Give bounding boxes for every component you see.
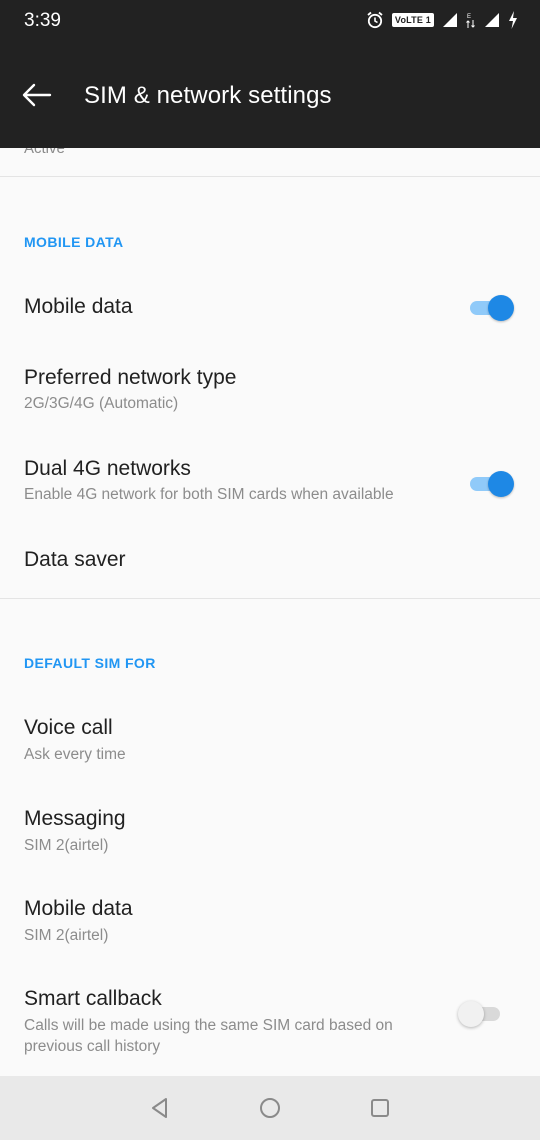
toggle-thumb <box>458 1001 484 1027</box>
setting-subtitle: 2G/3G/4G (Automatic) <box>24 395 179 412</box>
setting-data-saver[interactable]: Data saver <box>0 522 540 598</box>
setting-title: Messaging <box>24 807 126 830</box>
status-icons: VoLTE 1 E <box>366 10 518 30</box>
signal-icon <box>443 13 457 27</box>
setting-dual-4g-networks[interactable]: Dual 4G networks Enable 4G network for b… <box>0 434 540 522</box>
smart-callback-toggle[interactable] <box>458 1000 504 1028</box>
section-header-default-sim: DEFAULT SIM FOR <box>24 655 156 671</box>
mobile-data-toggle[interactable] <box>468 294 514 322</box>
setting-title: Mobile data <box>24 897 133 920</box>
page-title: SIM & network settings <box>84 82 332 109</box>
setting-voice-call[interactable]: Voice call Ask every time <box>0 694 540 784</box>
toggle-thumb <box>488 471 514 497</box>
data-arrows-icon: E <box>466 14 475 28</box>
setting-messaging[interactable]: Messaging SIM 2(airtel) <box>0 784 540 874</box>
setting-subtitle: Enable 4G network for both SIM cards whe… <box>24 486 394 503</box>
status-bar: 3:39 VoLTE 1 E <box>0 0 540 42</box>
network-type-badge: E <box>467 14 471 20</box>
setting-mobile-data[interactable]: Mobile data <box>0 272 540 346</box>
volte-badge: VoLTE 1 <box>391 13 434 27</box>
navigation-bar <box>0 1076 540 1140</box>
setting-title: Dual 4G networks <box>24 457 191 480</box>
setting-subtitle: Ask every time <box>24 746 126 763</box>
toggle-thumb <box>488 295 514 321</box>
charging-icon <box>509 11 517 29</box>
arrow-left-icon[interactable] <box>20 80 54 110</box>
setting-preferred-network-type[interactable]: Preferred network type 2G/3G/4G (Automat… <box>0 346 540 434</box>
divider <box>0 176 540 177</box>
alarm-icon <box>367 11 383 29</box>
settings-list[interactable]: Active MOBILE DATA Mobile data Preferred… <box>0 148 540 1076</box>
setting-subtitle: SIM 2(airtel) <box>24 837 109 854</box>
clipped-summary-text: Active <box>24 148 65 157</box>
section-header-mobile-data: MOBILE DATA <box>24 234 124 250</box>
home-circle-icon[interactable] <box>258 1096 282 1120</box>
setting-subtitle: SIM 2(airtel) <box>24 927 109 944</box>
dual-4g-toggle[interactable] <box>468 470 514 498</box>
signal-icon <box>485 13 499 27</box>
setting-title: Data saver <box>24 548 126 571</box>
setting-smart-callback[interactable]: Smart callback Calls will be made using … <box>0 964 540 1076</box>
status-time: 3:39 <box>24 10 61 31</box>
back-triangle-icon[interactable] <box>148 1096 172 1120</box>
setting-title: Smart callback <box>24 987 162 1010</box>
setting-title: Preferred network type <box>24 366 237 389</box>
divider <box>0 598 540 599</box>
recents-square-icon[interactable] <box>368 1096 392 1120</box>
setting-subtitle-line-2: previous call history <box>24 1038 161 1055</box>
app-bar: SIM & network settings <box>0 42 540 148</box>
setting-title: Mobile data <box>24 295 133 318</box>
setting-title: Voice call <box>24 716 113 739</box>
setting-default-mobile-data[interactable]: Mobile data SIM 2(airtel) <box>0 874 540 964</box>
